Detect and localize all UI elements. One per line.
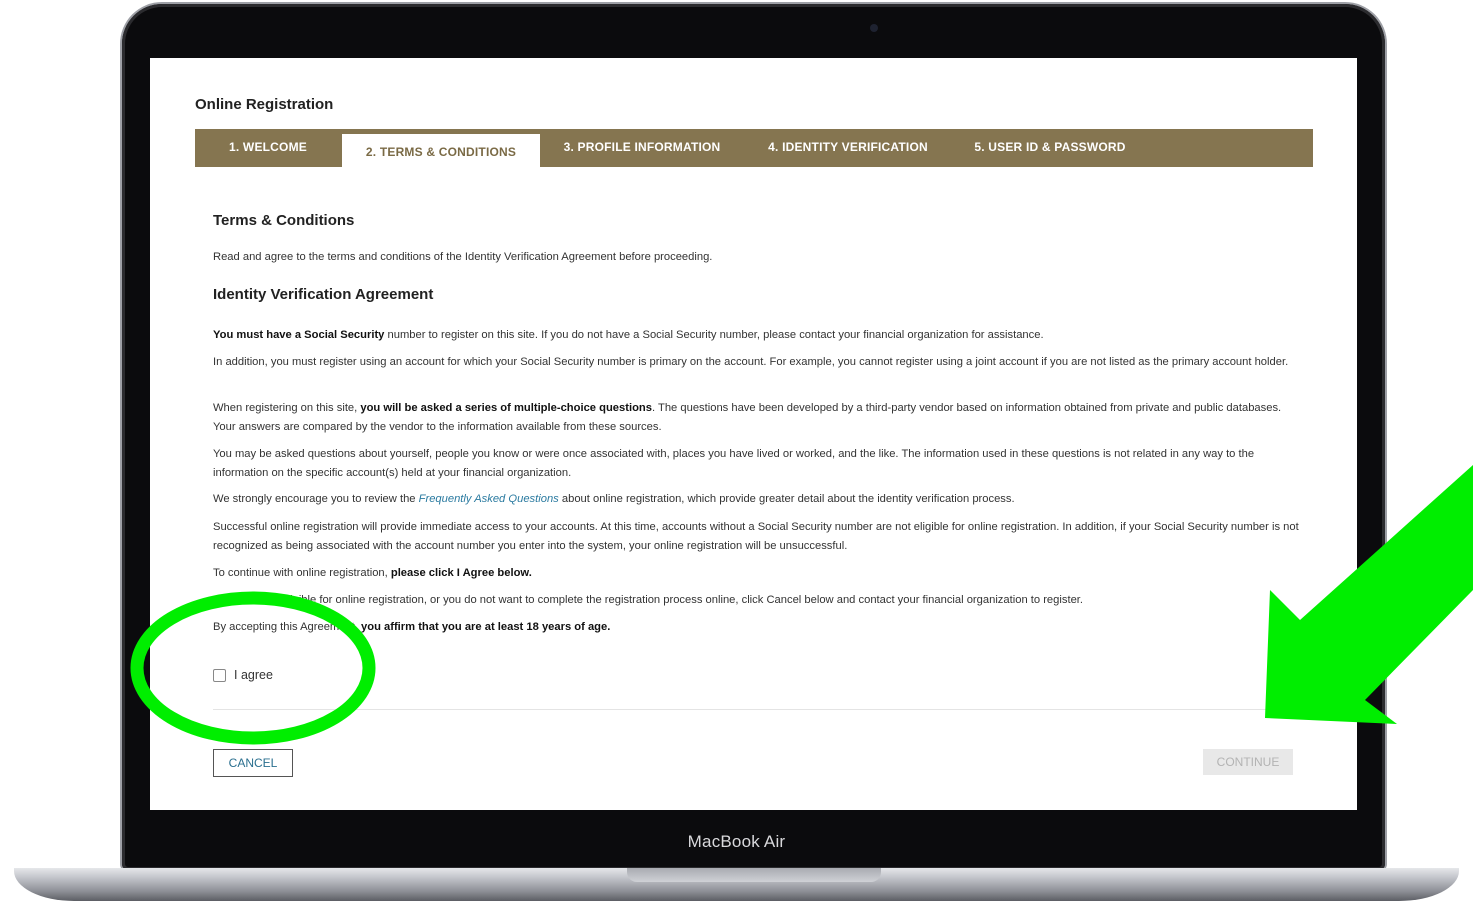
agreement-paragraph-3: When registering on this site, you will … [213, 399, 1303, 436]
p9-text: By accepting this Agreement, [213, 621, 362, 633]
page-title: Online Registration [195, 96, 334, 113]
terms-heading: Terms & Conditions [213, 212, 355, 229]
screen: Online Registration 1. WELCOME 2. TERMS … [150, 58, 1357, 810]
agree-label[interactable]: I agree [234, 668, 273, 682]
agreement-paragraph-5: We strongly encourage you to review the … [213, 490, 1303, 509]
agreement-paragraph-8: If you are not eligible for online regis… [213, 594, 1084, 606]
agree-checkbox[interactable] [213, 668, 226, 682]
p1-bold: You must have a Social Security [213, 329, 385, 341]
agreement-paragraph-4: You may be asked questions about yoursel… [213, 448, 1255, 479]
camera-icon [870, 24, 878, 32]
p5-text-b: about online registration, which provide… [558, 493, 1015, 505]
p1-text: number to register on this site. If you … [384, 329, 1044, 341]
agreement-paragraph-7: To continue with online registration, pl… [213, 564, 1303, 583]
tab-user-id-password[interactable]: 5. USER ID & PASSWORD [952, 129, 1148, 167]
agreement-paragraph-2: In addition, you must register using an … [213, 356, 1289, 368]
laptop-base-notch [627, 868, 881, 882]
p3-bold: you will be asked a series of multiple-c… [360, 402, 652, 414]
divider [213, 709, 1305, 710]
tab-welcome[interactable]: 1. WELCOME [195, 129, 341, 167]
faq-link[interactable]: Frequently Asked Questions [419, 493, 559, 505]
p7-bold: please click I Agree below. [390, 567, 532, 579]
agreement-paragraph-6: Successful online registration will prov… [213, 521, 1299, 552]
agreement-heading: Identity Verification Agreement [213, 286, 434, 303]
agree-row[interactable]: I agree [213, 668, 273, 682]
step-tabs: 1. WELCOME 2. TERMS & CONDITIONS 3. PROF… [195, 129, 1313, 168]
agreement-paragraph-1: You must have a Social Security number t… [213, 326, 1303, 345]
continue-button[interactable]: CONTINUE [1203, 749, 1293, 775]
tab-identity-verification[interactable]: 4. IDENTITY VERIFICATION [744, 129, 952, 167]
device-label: MacBook Air [687, 832, 786, 851]
p9-bold: you affirm that you are at least 18 year… [361, 621, 611, 633]
p7-text: To continue with online registration, [213, 567, 391, 579]
tab-profile-information[interactable]: 3. PROFILE INFORMATION [540, 129, 744, 167]
cancel-button[interactable]: CANCEL [213, 749, 293, 777]
terms-intro: Read and agree to the terms and conditio… [213, 251, 713, 263]
p5-text-a: We strongly encourage you to review the [213, 493, 419, 505]
p3-text-a: When registering on this site, [213, 402, 361, 414]
agreement-paragraph-9: By accepting this Agreement, you affirm … [213, 618, 1303, 637]
tab-terms-conditions[interactable]: 2. TERMS & CONDITIONS [342, 134, 540, 168]
